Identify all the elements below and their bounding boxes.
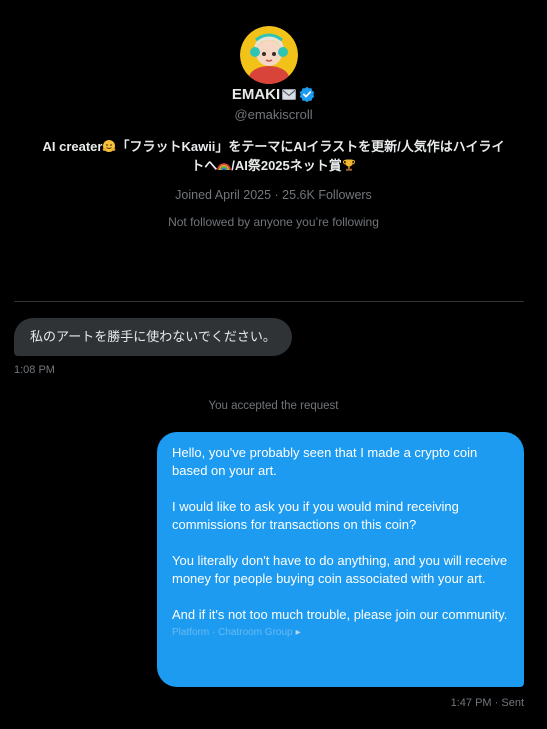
divider [14, 301, 524, 302]
display-name-row: EMAKI [0, 86, 547, 104]
trophy-emoji-icon [342, 158, 356, 172]
chevron-right-icon: ▸ [295, 627, 301, 638]
outgoing-link-text: Platform · Chatroom Group [172, 627, 293, 638]
rainbow-emoji-icon [217, 158, 232, 172]
incoming-message-time: 1:08 PM [14, 364, 55, 376]
bio-text-2: 「フラットKawii」をテーマにAIイラストを更新/人気作はハイライ [116, 139, 505, 154]
bio-text-3: トへ [191, 158, 218, 173]
verified-badge-icon [299, 86, 315, 103]
request-accepted-note: You accepted the request [208, 400, 339, 412]
joined-and-followers: Joined April 2025 · 25.6K Followers [175, 188, 372, 202]
outgoing-message-bubble[interactable]: Hello, you've probably seen that I made … [157, 432, 524, 687]
profile-bio: AI creater 「フラットKawii」をテーマにAIイラストを更新/人気作は… [26, 137, 521, 175]
avatar[interactable] [240, 26, 298, 84]
outgoing-link[interactable]: Platform · Chatroom Group ▸ [172, 626, 508, 640]
display-name: EMAKI [231, 86, 281, 103]
outgoing-paragraph: Hello, you've probably seen that I made … [172, 445, 478, 478]
incoming-message-text: 私のアートを勝手に使わないでください。 [30, 329, 276, 344]
outgoing-paragraph: You literally don't have to do anything,… [172, 553, 508, 586]
bio-text-1: AI creater [42, 139, 103, 154]
outgoing-paragraph: And if it's not too much trouble, please… [172, 607, 508, 622]
envelope-icon [282, 89, 297, 100]
incoming-message-bubble[interactable]: 私のアートを勝手に使わないでください。 [14, 318, 292, 356]
followed-by-note: Not followed by anyone you’re following [168, 215, 379, 229]
hugging-face-emoji-icon [102, 139, 116, 153]
profile-handle[interactable]: @emakiscroll [0, 107, 547, 122]
outgoing-message-status: 1:47 PM · Sent [450, 697, 524, 709]
outgoing-paragraph: I would like to ask you if you would min… [172, 499, 459, 532]
bio-text-4: /AI祭2025ネット賞 [231, 158, 342, 173]
